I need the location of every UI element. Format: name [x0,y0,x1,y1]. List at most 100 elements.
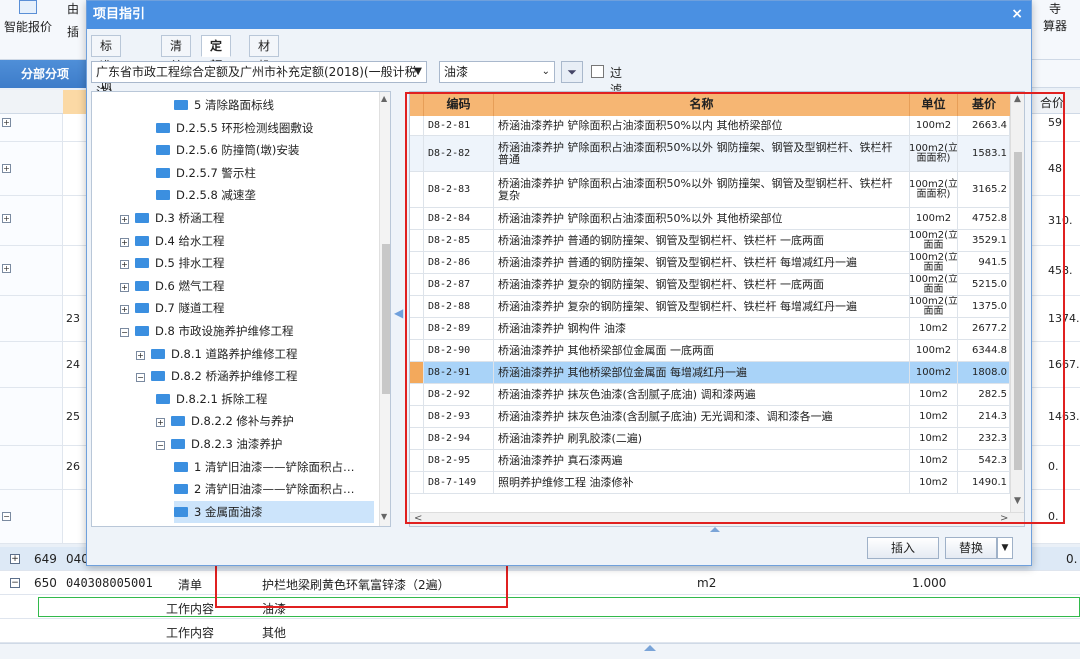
scroll-down-icon[interactable]: ▼ [1014,496,1021,506]
table-row[interactable]: D8-2-92 桥涵油漆养护 抹灰色油漆(含刮腻子底油) 调和漆两遍 10m2 282… [410,384,1010,406]
table-row[interactable]: D8-2-82 桥涵油漆养护 铲除面积占油漆面积50%以外 钢防撞架、钢管及型钢栏… [410,136,1010,172]
expand-icon[interactable]: + [120,305,129,315]
tree-item[interactable]: − D.8 市政设施养护维修工程 [120,320,293,342]
tree-item[interactable]: + D.5 排水工程 [120,252,224,274]
cell-name: 桥涵油漆养护 其他桥梁部位金属面 一底两面 [494,340,910,361]
tab-list[interactable]: 清单 [161,35,192,73]
scroll-right-icon[interactable]: > [1000,513,1008,524]
table-row[interactable]: D8-2-83 桥涵油漆养护 铲除面积占油漆面积50%以外 钢防撞架、钢管及型钢栏… [410,172,1010,208]
replace-button[interactable]: 替换 [945,537,997,559]
tree-item[interactable]: + D.8.2.2 修补与养护 [156,410,294,432]
tree-item[interactable]: D.2.5.7 警示柱 [156,162,256,184]
row-unit: m2 [697,576,717,590]
tree-item[interactable]: D.2.5.5 环形检测线圈敷设 [156,117,313,139]
panel-toggle-icon[interactable] [644,645,656,651]
column-unit[interactable]: 单位 [910,92,958,116]
collapse-icon[interactable]: − [156,441,165,450]
scroll-up-icon[interactable]: ▲ [1014,94,1021,104]
expand-icon[interactable]: + [120,215,129,224]
replace-dropdown-chevron-icon[interactable]: ▼ [997,537,1013,559]
tab-fenbu-fenxiang[interactable]: 分部分项 [0,60,90,88]
table-row[interactable]: − 650 040308005001 清单 护栏地梁刷黄色环氧富锌漆（2遍） m… [0,571,1080,595]
scroll-down-icon[interactable]: ▼ [381,512,387,521]
tree-item[interactable]: D.2.5.8 减速垄 [156,184,256,206]
tree-item[interactable]: D.8.2.1 拆除工程 [156,388,267,410]
tree-item[interactable]: − D.8.2.3 油漆养护 [156,433,282,455]
tree-item[interactable]: 2 清铲旧油漆——铲除面积占… [174,478,354,500]
table-row[interactable]: D8-2-88 桥涵油漆养护 复杂的钢防撞架、钢管及型钢栏杆、铁栏杆 每增减红丹一… [410,296,1010,318]
table-row[interactable]: D8-2-91 桥涵油漆养护 其他桥梁部位金属面 每增减红丹一遍 100m2 1808… [410,362,1010,384]
table-row[interactable]: 工作内容 其他 [0,619,1080,643]
tree-item[interactable]: + D.3 桥涵工程 [120,207,224,229]
column-code[interactable]: 编码 [424,92,494,116]
tree-item[interactable]: D.2.5.6 防撞筒(墩)安装 [156,139,299,161]
row-gutter [410,340,424,361]
tab-standard-items[interactable]: 标准项目 [91,35,122,113]
scroll-up-icon[interactable]: ▲ [381,94,387,103]
dialog-title-bar[interactable]: 项目指引 × [87,1,1031,29]
expand-icon[interactable]: − [2,512,11,521]
cell-code: D8-2-82 [424,136,494,171]
scroll-left-icon[interactable]: < [414,513,422,524]
table-row[interactable]: D8-2-93 桥涵油漆养护 抹灰色油漆(含刮腻子底油) 无光调和漆、调和漆各一遍… [410,406,1010,428]
table-row[interactable]: D8-2-94 桥涵油漆养护 刷乳胶漆(二遍) 10m2 232.3 [410,428,1010,450]
table-row[interactable]: D8-2-81 桥涵油漆养护 铲除面积占油漆面积50%以内 其他桥梁部位 100m2… [410,116,1010,136]
tree-item[interactable]: + D.6 燃气工程 [120,275,224,297]
tree-item[interactable]: − D.8.2 桥涵养护维修工程 [136,365,297,387]
tree-item-label: 2 清铲旧油漆——铲除面积占… [194,482,355,497]
table-horizontal-scrollbar[interactable]: < > [410,512,1024,526]
quota-library-select[interactable]: 广东省市政工程综合定额及广州市补充定额(2018)(一般计税法) ▼ [91,61,427,99]
expand-icon[interactable]: + [120,260,129,270]
folder-icon [156,167,170,178]
collapse-icon[interactable]: − [136,373,145,383]
tree-item[interactable]: + D.4 给水工程 [120,230,224,252]
calculator-button[interactable]: 寺 算器 [1032,0,1078,34]
tree-item[interactable]: 1 清铲旧油漆——铲除面积占… [174,456,354,478]
expand-icon[interactable]: + [120,282,129,292]
cell-code: D8-2-90 [424,340,494,361]
collapse-icon[interactable]: − [120,328,129,337]
tree-scrollbar[interactable]: ▲ ▼ [379,92,390,526]
keyword-select[interactable]: 油漆 ⌄ [439,61,555,83]
expand-icon[interactable]: + [2,164,11,173]
tree-item[interactable]: 3 金属面油漆 [174,500,374,523]
filter-icon[interactable]: ⏷ [561,61,583,83]
tree-item-label: D.3 桥涵工程 [155,211,225,225]
insert-button[interactable]: 插入 [867,537,939,559]
expand-icon[interactable]: + [2,118,11,127]
tree-item[interactable]: + D.7 隧道工程 [120,297,224,319]
table-row[interactable]: D8-2-90 桥涵油漆养护 其他桥梁部位金属面 一底两面 100m2 6344.8 [410,340,1010,362]
column-name[interactable]: 名称 [494,92,910,116]
tab-quota[interactable]: 定额 [201,35,232,73]
row-gutter [410,472,424,493]
table-row[interactable]: D8-2-84 桥涵油漆养护 铲除面积占油漆面积50%以外 其他桥梁部位 100m2… [410,208,1010,230]
table-row[interactable]: D8-2-87 桥涵油漆养护 复杂的钢防撞架、钢管及型钢栏杆、铁栏杆 一底两面 10… [410,274,1010,296]
table-row[interactable]: D8-2-95 桥涵油漆养护 真石漆两遍 10m2 542.3 [410,450,1010,472]
table-row[interactable]: D8-2-86 桥涵油漆养护 普通的钢防撞架、钢管及型钢栏杆、铁栏杆 每增减红丹一… [410,252,1010,274]
expand-icon[interactable]: + [2,214,11,223]
tab-materials[interactable]: 材机 [249,35,280,73]
table-vertical-scrollbar[interactable]: ▲ ▼ [1010,92,1024,512]
expand-icon[interactable]: + [156,418,165,428]
tree-item[interactable]: 5 清除路面标线 [174,94,274,116]
expand-icon[interactable]: + [10,554,20,564]
folder-icon [135,326,149,336]
close-icon[interactable]: × [1011,6,1023,22]
table-row[interactable]: D8-7-149 照明养护维修工程 油漆修补 10m2 1490.1 [410,472,1010,494]
smart-quote-button[interactable]: 智能报价 [2,0,54,35]
expand-icon[interactable]: + [136,350,145,360]
expand-icon[interactable]: + [2,264,11,273]
insert-toolbar-button[interactable]: 由 插 [60,0,86,40]
filter-checkbox[interactable] [591,65,604,78]
scroll-thumb[interactable] [1014,152,1022,470]
collapse-icon[interactable]: − [10,578,20,588]
scroll-thumb[interactable] [382,244,390,394]
panel-toggle-icon[interactable] [710,527,720,532]
cell-unit: 100m2(立面面 [910,252,958,273]
table-row[interactable]: D8-2-89 桥涵油漆养护 钢构件 油漆 10m2 2677.2 [410,318,1010,340]
table-row[interactable]: D8-2-85 桥涵油漆养护 普通的钢防撞架、钢管及型钢栏杆、铁栏杆 一底两面 10… [410,230,1010,252]
column-price[interactable]: 基价 [958,92,1010,116]
tree-item[interactable]: + D.8.1 道路养护维修工程 [136,343,297,365]
expand-icon[interactable]: + [120,237,129,247]
splitter-left-icon[interactable]: ◀ [394,306,403,320]
